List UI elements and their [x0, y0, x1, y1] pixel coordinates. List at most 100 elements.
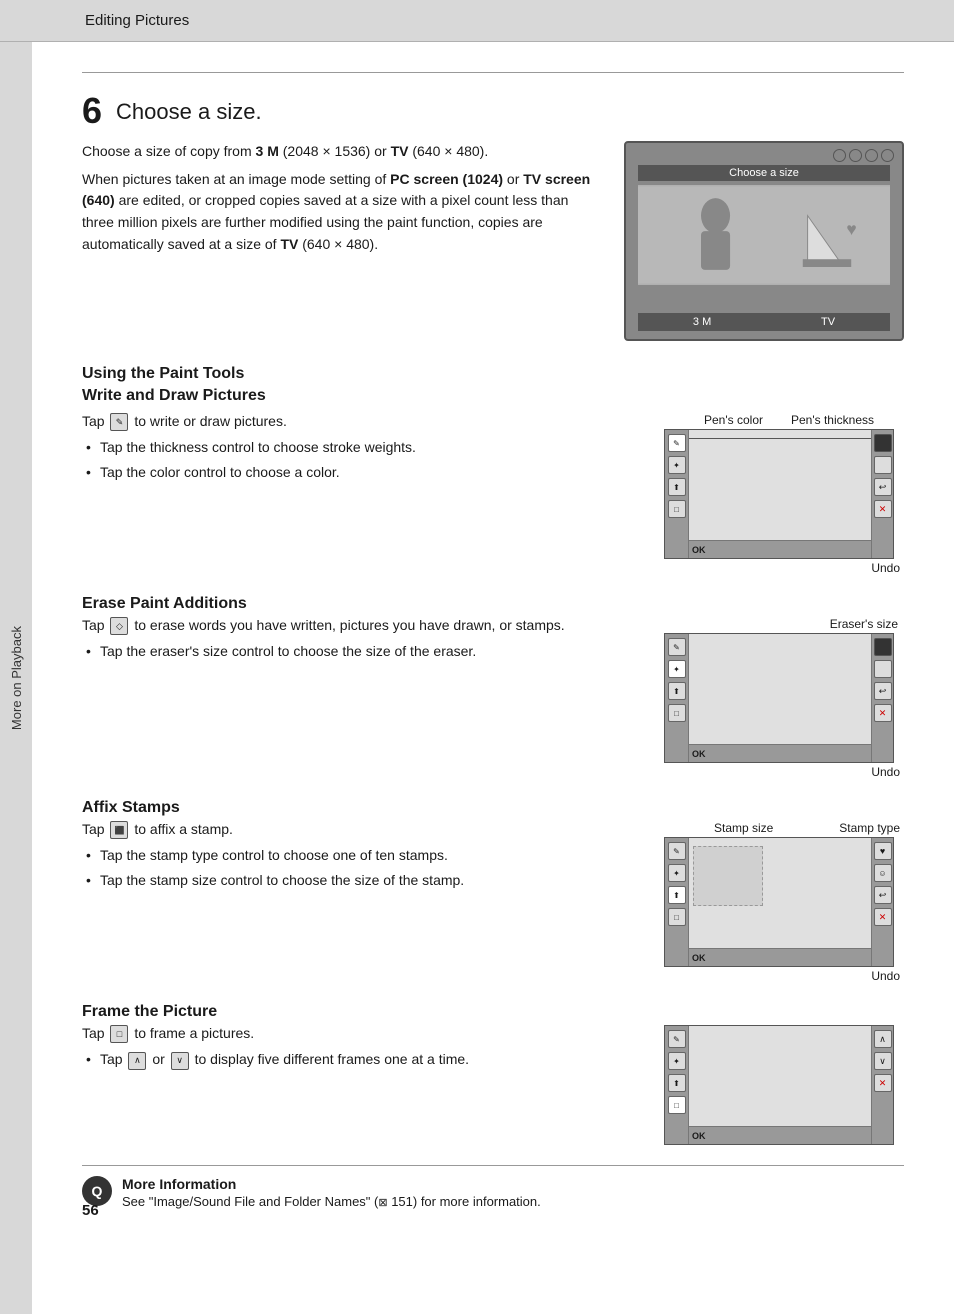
step-number: 6 [82, 93, 102, 129]
d2-tool-pencil[interactable]: ✎ [668, 638, 686, 656]
step6-bold5: TV [280, 236, 298, 252]
paint-tools-section: Using the Paint Tools Write and Draw Pic… [82, 365, 904, 575]
stamp-row: Tap ⬛ to affix a stamp. Tap the stamp ty… [82, 821, 904, 983]
step6-para2: When pictures taken at an image mode set… [82, 169, 604, 256]
erase-left: Tap ◇ to erase words you have written, p… [82, 617, 664, 670]
erase-diagram: Eraser's size ✎ ✦ ⬆ □ ↩ ✕ [664, 617, 904, 779]
write-draw-left: Tap ✎ to write or draw pictures. Tap the… [82, 413, 664, 491]
erase-heading: Erase Paint Additions [82, 595, 904, 613]
d3-tool-frame[interactable]: □ [668, 908, 686, 926]
main-content: 6 Choose a size. Choose a size of copy f… [32, 42, 954, 1239]
d2-ok-bar: OK [689, 744, 871, 762]
pens-color-label: Pen's color [704, 413, 763, 427]
more-info-title: More Information [122, 1176, 541, 1192]
d2-color-dot[interactable] [874, 638, 892, 656]
stamp-bullets: Tap the stamp type control to choose one… [82, 845, 644, 891]
d1-tool-star[interactable]: ✦ [668, 456, 686, 474]
d1-color-dot[interactable] [874, 434, 892, 452]
d3-undo-btn[interactable]: ↩ [874, 886, 892, 904]
frame-intro: Tap □ to frame a pictures. [82, 1025, 644, 1043]
pens-thickness-label: Pen's thickness [791, 413, 874, 427]
stamp-labels: Stamp size Stamp type [664, 821, 904, 835]
erase-row: Tap ◇ to erase words you have written, p… [82, 617, 904, 779]
bullet-thickness: Tap the thickness control to choose stro… [82, 437, 644, 458]
d1-tool-frame[interactable]: □ [668, 500, 686, 518]
step6-para1: Choose a size of copy from 3 M (2048 × 1… [82, 141, 604, 163]
page-number: 56 [82, 1202, 99, 1219]
camera-opt2: TV [821, 316, 835, 328]
d1-close-btn[interactable]: ✕ [874, 500, 892, 518]
d2-size-ctrl[interactable] [874, 660, 892, 678]
d2-eraser-label: Eraser's size [664, 617, 904, 631]
eraser-icon: ◇ [110, 617, 128, 635]
sidebar-label: More on Playback [9, 626, 24, 730]
bullet-stamp-size: Tap the stamp size control to choose the… [82, 870, 644, 891]
d4-tool-star[interactable]: ✦ [668, 1052, 686, 1070]
d4-up-btn[interactable]: ∧ [874, 1030, 892, 1048]
d2-close-btn[interactable]: ✕ [874, 704, 892, 722]
d4-close-btn[interactable]: ✕ [874, 1074, 892, 1092]
step6-bold2: TV [391, 143, 409, 159]
bullet-eraser: Tap the eraser's size control to choose … [82, 641, 644, 662]
stamp-icon: ⬛ [110, 821, 128, 839]
header-bar: Editing Pictures [0, 0, 954, 42]
d3-tool-pencil[interactable]: ✎ [668, 842, 686, 860]
d3-canvas [689, 838, 871, 966]
d3-right-toolbar: ♥ ☺ ↩ ✕ [871, 838, 893, 966]
d4-left-toolbar: ✎ ✦ ⬆ □ [665, 1026, 689, 1144]
camera-bottom-bar: 3 M TV [638, 313, 890, 331]
diagram1-screen: ✎ ✦ ⬆ □ ↩ ✕ [664, 429, 894, 559]
d2-undo-btn[interactable]: ↩ [874, 682, 892, 700]
d2-tool-up[interactable]: ⬆ [668, 682, 686, 700]
d2-tool-frame[interactable]: □ [668, 704, 686, 722]
d2-left-toolbar: ✎ ✦ ⬆ □ [665, 634, 689, 762]
more-info-icon-letter: Q [92, 1183, 103, 1199]
d2-right-toolbar: ↩ ✕ [871, 634, 893, 762]
d1-undo-btn[interactable]: ↩ [874, 478, 892, 496]
d3-ok-bar: OK [689, 948, 871, 966]
bullet-color: Tap the color control to choose a color. [82, 462, 644, 483]
d3-stamp-type-ctrl[interactable]: ♥ [874, 842, 892, 860]
d4-down-btn[interactable]: ∨ [874, 1052, 892, 1070]
d4-tool-frame[interactable]: □ [668, 1096, 686, 1114]
step6-bold1: 3 M [256, 143, 279, 159]
d4-tool-pencil[interactable]: ✎ [668, 1030, 686, 1048]
d4-tool-up[interactable]: ⬆ [668, 1074, 686, 1092]
d2-ok-label: OK [692, 749, 706, 759]
write-draw-bullets: Tap the thickness control to choose stro… [82, 437, 644, 483]
frame-section: Frame the Picture Tap □ to frame a pictu… [82, 1003, 904, 1145]
d3-close-btn[interactable]: ✕ [874, 908, 892, 926]
d3-tool-star[interactable]: ✦ [668, 864, 686, 882]
d1-tool-up[interactable]: ⬆ [668, 478, 686, 496]
d2-tool-eraser[interactable]: ✦ [668, 660, 686, 678]
diagram2-screen: ✎ ✦ ⬆ □ ↩ ✕ OK [664, 633, 894, 763]
d1-tool-pencil[interactable]: ✎ [668, 434, 686, 452]
d3-tool-stamp[interactable]: ⬆ [668, 886, 686, 904]
stamp-diagram: Stamp size Stamp type ✎ ✦ ⬆ □ [664, 821, 904, 983]
stamp-type-label: Stamp type [839, 821, 900, 835]
down-arrow-icon: ∨ [171, 1052, 189, 1070]
d3-stamp-size-ctrl[interactable]: ☺ [874, 864, 892, 882]
d1-thickness-ctrl[interactable] [874, 456, 892, 474]
step6-bold3: PC screen (1024) [390, 171, 503, 187]
paint-tools-heading1: Using the Paint Tools [82, 365, 904, 383]
frame-icon: □ [110, 1025, 128, 1043]
d1-undo-label: Undo [664, 561, 904, 575]
d3-ok-label: OK [692, 953, 706, 963]
step6-content: Choose a size of copy from 3 M (2048 × 1… [82, 141, 904, 341]
d1-right-toolbar: ↩ ✕ [871, 430, 893, 558]
cam-icon4 [881, 149, 894, 162]
stamp-section: Affix Stamps Tap ⬛ to affix a stamp. Tap… [82, 799, 904, 983]
d4-right-toolbar: ∧ ∨ ✕ [871, 1026, 893, 1144]
cam-icon2 [849, 149, 862, 162]
diagram1-labels: Pen's color Pen's thickness [664, 413, 904, 427]
frame-diagram: ✎ ✦ ⬆ □ ∧ ∨ ✕ OK [664, 1025, 904, 1145]
more-info-body: See "Image/Sound File and Folder Names" … [122, 1194, 541, 1209]
d1-left-toolbar: ✎ ✦ ⬆ □ [665, 430, 689, 558]
write-draw-diagram: Pen's color Pen's thickness ✎ ✦ ⬆ □ [664, 413, 904, 575]
stamp-size-label: Stamp size [714, 821, 773, 835]
camera-image-area: ♥ [638, 185, 890, 285]
pencil-icon: ✎ [110, 413, 128, 431]
cam-icon3 [865, 149, 878, 162]
cam-icon1 [833, 149, 846, 162]
